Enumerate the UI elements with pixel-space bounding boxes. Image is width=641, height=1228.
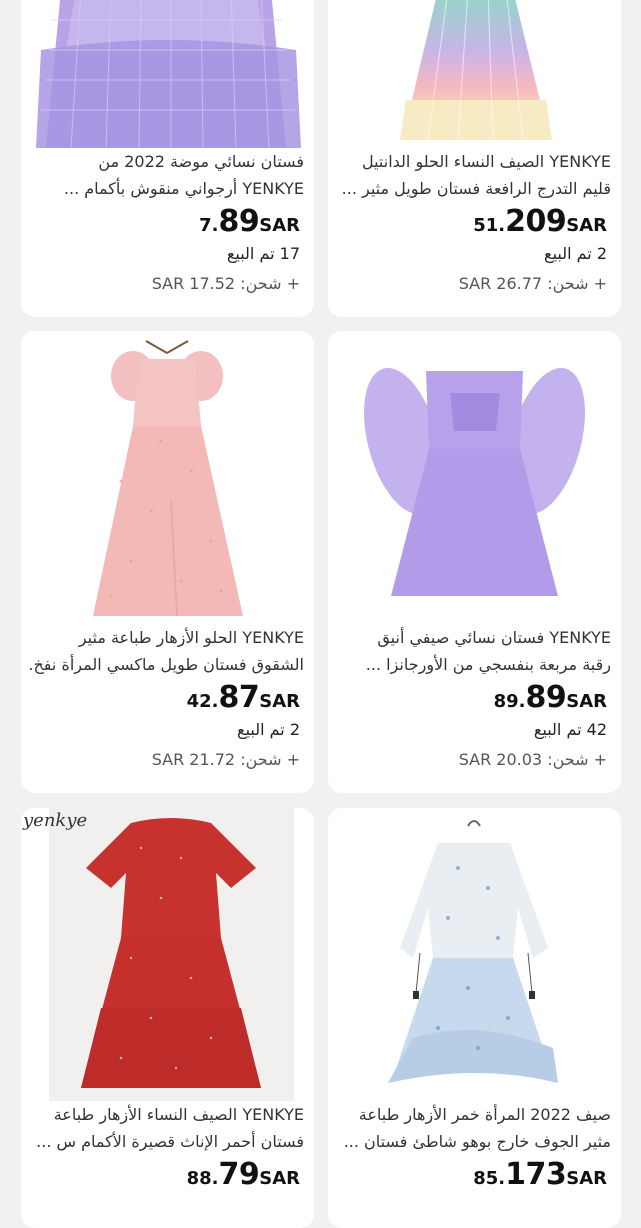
product-image[interactable] [328, 808, 621, 1101]
product-title-line-1: YENKYE الحلو الأزهار طباعة مثير [78, 628, 304, 647]
product-card[interactable]: YENKYE الصيف النساء الحلو الدانتيل قليم … [328, 0, 621, 317]
product-grid: فستان نسائي موضة 2022 من YENKYE أرجواني … [0, 0, 641, 1228]
product-title-line-2: رقبة مربعة بنفسجي من الأورجانزا ... [365, 655, 611, 674]
product-image[interactable]: yenkye [21, 808, 314, 1101]
price-currency: SAR [566, 215, 607, 236]
price-currency: SAR [259, 691, 300, 712]
price-currency: SAR [566, 691, 607, 712]
product-title[interactable]: YENKYE الصيف النساء الأزهار طباعة فستان … [27, 1101, 304, 1155]
shipping-cost: + شحن: SAR 26.77 [458, 274, 607, 293]
product-title-line-2: قليم التدرج الرافعة فستان طويل مثير ... [341, 179, 611, 198]
product-card[interactable]: صيف 2022 المرأة خمر الأزهار طباعة مثير ا… [328, 808, 621, 1228]
product-image[interactable] [328, 0, 621, 148]
product-title-line-2: الشقوق فستان طويل ماكسي المرأة نفخ... [27, 655, 304, 674]
brand-watermark: yenkye [23, 810, 88, 831]
product-title[interactable]: YENKYE فستان نسائي صيفي أنيق رقبة مربعة … [334, 624, 611, 678]
product-title-line-1: صيف 2022 المرأة خمر الأزهار طباعة [358, 1105, 611, 1124]
price-main: 173 [505, 1157, 567, 1192]
product-title[interactable]: YENKYE الحلو الأزهار طباعة مثير الشقوق ف… [27, 624, 304, 678]
price-fraction: 88. [186, 1168, 219, 1189]
price-main: 79 [218, 1157, 260, 1192]
price-fraction: 89. [493, 691, 526, 712]
price-main: 89 [218, 204, 260, 239]
product-price: 88.79SAR [187, 1157, 300, 1192]
product-card[interactable]: yenkye YENKYE الصيف النساء الأزهار طباعة… [21, 808, 314, 1228]
price-main: 87 [218, 680, 260, 715]
product-title-line-1: YENKYE الصيف النساء الحلو الدانتيل [361, 152, 611, 171]
price-fraction: 7. [199, 215, 219, 236]
product-image[interactable] [21, 0, 314, 148]
product-title[interactable]: YENKYE الصيف النساء الحلو الدانتيل قليم … [334, 148, 611, 202]
product-title-line-1: YENKYE فستان نسائي صيفي أنيق [377, 628, 611, 647]
product-price: 7.89SAR [199, 204, 300, 239]
product-card[interactable]: فستان نسائي موضة 2022 من YENKYE أرجواني … [21, 0, 314, 317]
product-price: 51.209SAR [473, 204, 607, 239]
product-card[interactable]: YENKYE فستان نسائي صيفي أنيق رقبة مربعة … [328, 331, 621, 793]
product-image[interactable] [21, 331, 314, 624]
product-title-line-2: فستان أحمر الإناث قصيرة الأكمام س ... [36, 1132, 304, 1151]
sold-count: 42 تم البيع [533, 720, 607, 739]
product-title-line-1: YENKYE الصيف النساء الأزهار طباعة [53, 1105, 304, 1124]
shipping-cost: + شحن: SAR 21.72 [151, 750, 300, 769]
product-title-line-1: فستان نسائي موضة 2022 من [98, 152, 304, 171]
product-card[interactable]: YENKYE الحلو الأزهار طباعة مثير الشقوق ف… [21, 331, 314, 793]
product-title[interactable]: فستان نسائي موضة 2022 من YENKYE أرجواني … [27, 148, 304, 202]
price-currency: SAR [259, 1168, 300, 1189]
product-title-line-2: YENKYE أرجواني منقوش بأكمام ... [63, 179, 304, 198]
product-title-line-2: مثير الجوف خارج بوهو شاطئ فستان ... [343, 1132, 611, 1151]
price-currency: SAR [566, 1168, 607, 1189]
price-fraction: 51. [473, 215, 506, 236]
sold-count: 17 تم البيع [226, 244, 300, 263]
sold-count: 2 تم البيع [237, 720, 300, 739]
product-price: 42.87SAR [187, 680, 300, 715]
price-fraction: 85. [473, 1168, 506, 1189]
product-price: 85.173SAR [473, 1157, 607, 1192]
price-fraction: 42. [186, 691, 219, 712]
shipping-cost: + شحن: SAR 20.03 [458, 750, 607, 769]
product-title[interactable]: صيف 2022 المرأة خمر الأزهار طباعة مثير ا… [334, 1101, 611, 1155]
price-main: 89 [525, 680, 567, 715]
price-main: 209 [505, 204, 567, 239]
product-image[interactable] [328, 331, 621, 624]
price-currency: SAR [259, 215, 300, 236]
shipping-cost: + شحن: SAR 17.52 [151, 274, 300, 293]
sold-count: 2 تم البيع [544, 244, 607, 263]
product-price: 89.89SAR [494, 680, 607, 715]
